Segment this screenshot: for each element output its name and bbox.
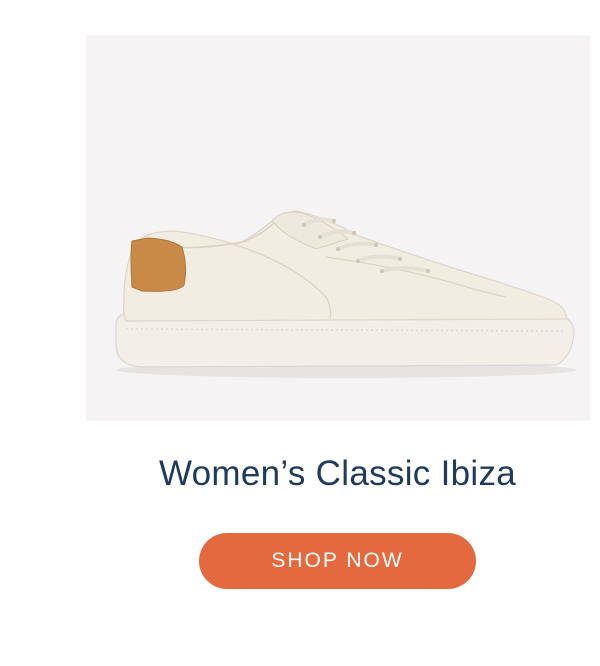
- shop-now-label: SHOP NOW: [271, 549, 404, 572]
- product-title[interactable]: Women’s Classic Ibiza: [0, 454, 600, 494]
- shop-now-button[interactable]: SHOP NOW: [199, 533, 476, 589]
- sneaker-icon: [115, 210, 576, 378]
- product-image[interactable]: [86, 35, 590, 421]
